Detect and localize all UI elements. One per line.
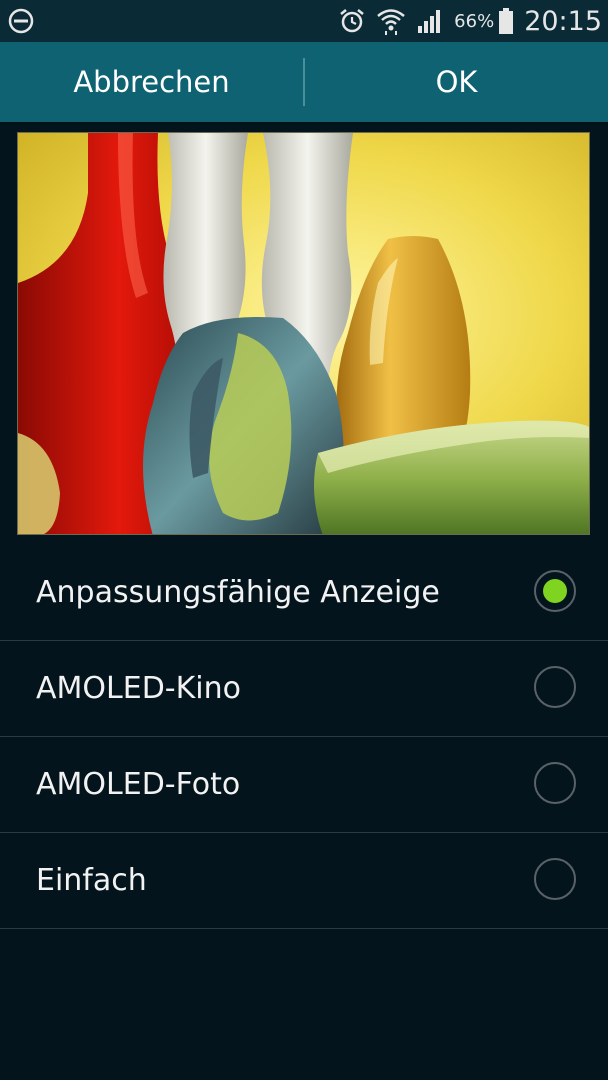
radio-button-selected[interactable] [534,570,576,612]
radio-button[interactable] [534,666,576,708]
signal-icon [416,8,444,34]
option-label: AMOLED-Foto [36,767,241,802]
action-bar-shadow [0,122,608,126]
do-not-disturb-icon [8,8,34,34]
option-label: Anpassungsfähige Anzeige [36,575,440,610]
option-adaptive-display[interactable]: Anpassungsfähige Anzeige [0,545,608,641]
ok-button[interactable]: OK [305,42,608,122]
wifi-icon [376,7,406,35]
option-basic[interactable]: Einfach [0,833,608,929]
option-amoled-cinema[interactable]: AMOLED-Kino [0,641,608,737]
radio-button[interactable] [534,858,576,900]
option-label: Einfach [36,863,147,898]
alarm-icon [338,7,366,35]
option-amoled-photo[interactable]: AMOLED-Foto [0,737,608,833]
status-bar: 66% 20:15 [0,0,608,42]
cancel-button[interactable]: Abbrechen [0,42,303,122]
action-bar: Abbrechen OK [0,42,608,122]
radio-selected-dot [543,579,567,603]
display-mode-list: Anpassungsfähige Anzeige AMOLED-Kino AMO… [0,545,608,929]
option-label: AMOLED-Kino [36,671,241,706]
glass-vases-preview-image [17,132,590,535]
battery-percent: 66% [454,10,495,32]
battery-icon [498,7,514,35]
radio-button[interactable] [534,762,576,804]
status-time: 20:15 [524,5,602,37]
